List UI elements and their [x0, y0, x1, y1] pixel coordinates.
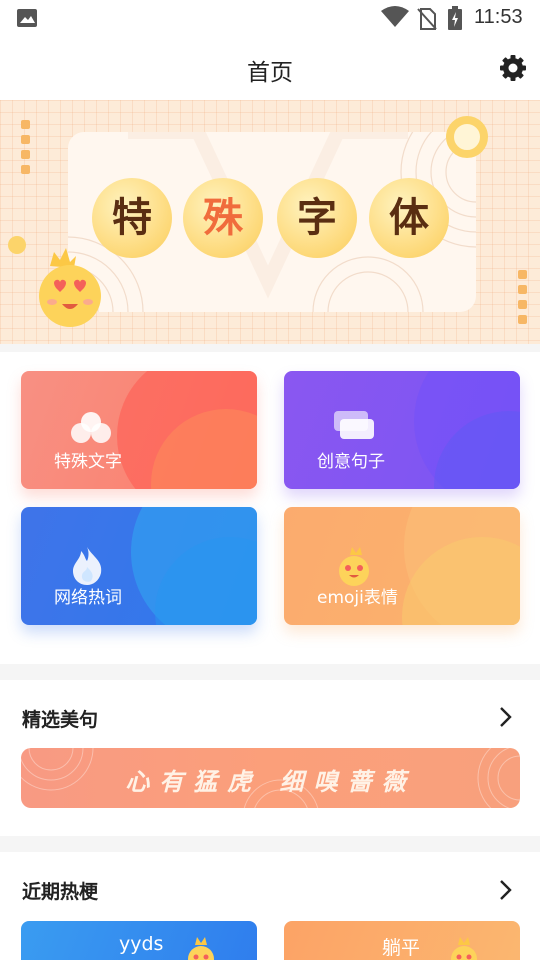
banner-char: 殊 [183, 178, 263, 258]
section-title: 精选美句 [22, 709, 99, 731]
decor-ball [8, 236, 26, 254]
hot-label: 躺平 [382, 937, 421, 959]
decor-ring [446, 116, 488, 158]
decor-dot [518, 315, 527, 324]
gear-icon[interactable] [498, 53, 528, 83]
battery-icon [448, 6, 462, 30]
chevron-right-icon[interactable] [498, 879, 514, 901]
no-sim-icon [417, 8, 437, 30]
app-header: 首页 [0, 38, 540, 100]
decor-dot [518, 270, 527, 279]
hot-label: yyds [119, 933, 164, 955]
quote-text: 心有猛虎 细嗅蔷薇 [125, 768, 416, 796]
special-font-banner[interactable]: 特 殊 字 体 [0, 100, 540, 344]
fire-icon [73, 547, 102, 585]
decor-dot [21, 120, 30, 129]
banner-char: 字 [277, 178, 357, 258]
feature-card-special-text[interactable]: 特殊文字 [21, 371, 257, 489]
feature-label: emoji表情 [317, 588, 398, 608]
decor-dot [21, 135, 30, 144]
feature-label: 网络热词 [54, 588, 122, 608]
section-title: 近期热梗 [22, 881, 99, 903]
hot-card-lying-flat[interactable]: 躺平 [284, 921, 520, 960]
emoji-icon [188, 937, 214, 960]
status-bar: 11:53 [0, 0, 540, 38]
feature-card-hot-words[interactable]: 网络热词 [21, 507, 257, 625]
feature-label: 特殊文字 [54, 452, 122, 472]
status-time: 11:53 [474, 6, 523, 28]
cards-icon [334, 411, 374, 439]
emoji-icon [451, 937, 477, 960]
emoji-icon [339, 547, 369, 586]
quote-banner[interactable]: 心有猛虎 细嗅蔷薇 [21, 748, 520, 808]
banner-char: 体 [369, 178, 449, 258]
feature-card-creative-sentences[interactable]: 创意句子 [284, 371, 520, 489]
home-screen: 11:53 首页 特 殊 字 体 特殊文字 创意句子 网络热词 emoji表情 … [0, 0, 540, 960]
decor-dot [21, 165, 30, 174]
feature-card-emoji[interactable]: emoji表情 [284, 507, 520, 625]
decor-dot [518, 300, 527, 309]
chevron-right-icon[interactable] [498, 706, 514, 728]
decor-dot [518, 285, 527, 294]
page-title: 首页 [247, 60, 293, 86]
wifi-icon [381, 6, 409, 27]
image-icon [17, 9, 37, 27]
hot-card-yyds[interactable]: yyds [21, 921, 257, 960]
bubbles-icon [71, 412, 111, 443]
feature-label: 创意句子 [317, 452, 385, 472]
decor-dot [21, 150, 30, 159]
heart-eyes-emoji-icon [39, 248, 101, 327]
